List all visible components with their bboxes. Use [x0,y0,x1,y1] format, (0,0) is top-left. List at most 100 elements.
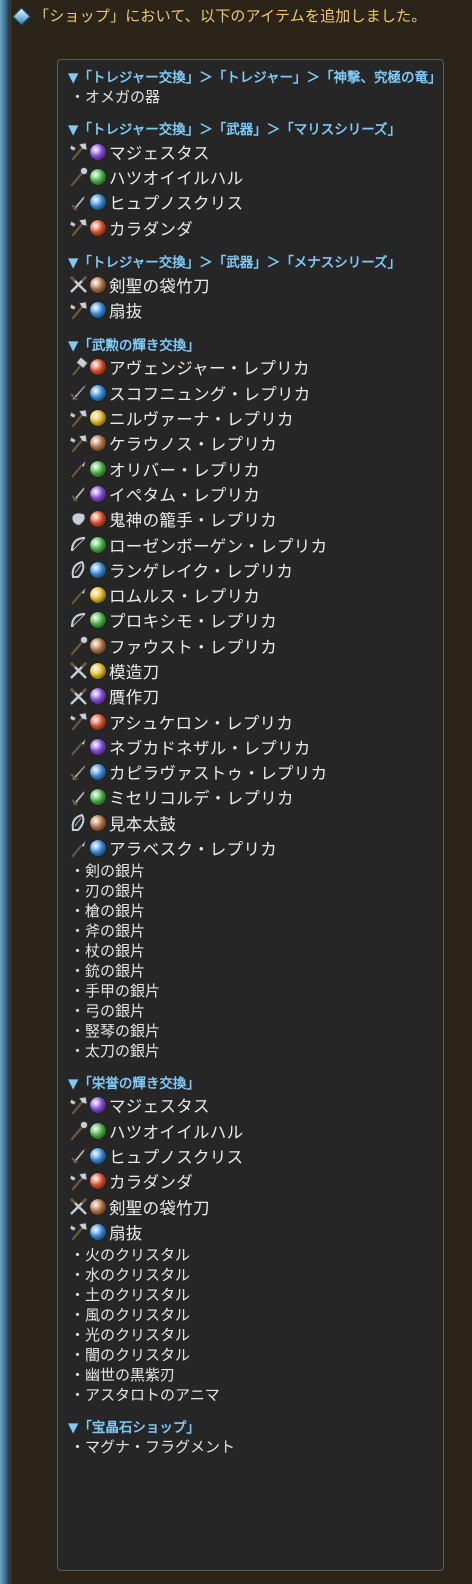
item-bullet: ・杖の銀片 [70,941,146,960]
shop-item-list-panel: ▼「トレジャー交換」＞「トレジャー」＞「神撃、究極の竜」 ・オメガの器 ▼「トレジャ… [57,59,444,1571]
item-name: ネブカドネザル・レプリカ [109,738,311,758]
weapon-item: ミセリコルデ・レプリカ [68,785,435,810]
wind-element-icon [90,612,106,629]
katana-weapon-icon [68,274,89,295]
dark-element-icon [90,738,106,755]
item-name: 扇抜 [109,302,143,322]
item-name: オリバー・レプリカ [109,460,261,480]
item-bullet: ・斧の銀片 [70,921,146,940]
shop-section: ▼「トレジャー交換」＞「武器」＞「マリスシリーズ」マジェスタス ハツオイイルハルヒ… [68,122,435,240]
spear-weapon-icon [68,458,89,479]
axe-weapon-icon [68,408,89,429]
item-name: 模造刀 [109,662,160,682]
water-element-icon [90,764,106,781]
fire-element-icon [90,713,106,730]
light-element-icon [90,662,106,679]
bow-weapon-icon [68,534,89,555]
weapon-item: ハツオイイルハル [68,164,435,189]
wind-element-icon [90,536,106,553]
sword-weapon-icon [68,762,89,783]
item-name: ニルヴァーナ・レプリカ [109,410,294,430]
earth-element-icon [90,814,106,831]
axe-weapon-icon [68,1095,89,1116]
katana-weapon-icon [68,1196,89,1217]
weapon-item: ランゲレイク・レプリカ [68,557,435,582]
dark-element-icon [90,485,106,502]
earth-element-icon [90,1198,106,1215]
item-name: ロムルス・レプリカ [109,587,261,607]
fist-weapon-icon [68,509,89,530]
earth-element-icon [90,637,106,654]
fire-element-icon [90,511,106,528]
axe-weapon-icon [68,1171,89,1192]
item-name: 鬼神の籠手・レプリカ [109,511,277,531]
staff-weapon-icon [68,166,89,187]
water-element-icon [90,1223,106,1240]
weapon-item: アシュケロン・レプリカ [68,709,435,734]
weapon-item: カピラヴァストゥ・レプリカ [68,760,435,785]
item-name: ファウスト・レプリカ [109,637,277,657]
item-name: 剣聖の袋竹刀 [109,276,210,296]
wind-element-icon [90,789,106,806]
weapon-item: ファウスト・レプリカ [68,633,435,658]
weapon-item: 剣聖の袋竹刀 [68,1194,435,1219]
spear-weapon-icon [68,736,89,757]
item-bullet: ・剣の銀片 [70,861,146,880]
axe-weapon-icon [68,433,89,454]
weapon-item: イペタム・レプリカ [68,481,435,506]
section-title: ▼「栄誉の輝き交換」 [68,1075,200,1092]
item-bullet: ・幽世の黒紫刃 [70,1365,176,1384]
item-bullet: ・弓の銀片 [70,1001,146,1020]
item-name: ローゼンボーゲン・レプリカ [109,536,328,556]
item-bullet: ・竪琴の銀片 [70,1021,161,1040]
weapon-item: 贋作刀 [68,684,435,709]
katana-weapon-icon [68,660,89,681]
weapon-item: カラダンダ [68,215,435,240]
item-name: ランゲレイク・レプリカ [109,561,294,581]
weapon-item: ニルヴァーナ・レプリカ [68,405,435,430]
axe-weapon-icon [68,1221,89,1242]
bow-weapon-icon [68,610,89,631]
item-name: イペタム・レプリカ [109,485,261,505]
section-title: ▼「トレジャー交換」＞「トレジャー」＞「神撃、究極の竜」 [68,70,442,86]
weapon-item: 剣聖の袋竹刀 [68,272,435,297]
section-title: ▼「武勲の輝き交換」 [68,337,200,354]
weapon-item: マジェスタス [68,1093,435,1118]
item-bullet: ・槍の銀片 [70,901,146,920]
section-title: ▼「トレジャー交換」＞「武器」＞「マリスシリーズ」 [68,122,402,138]
water-element-icon [90,840,106,857]
item-name: アヴェンジャー・レプリカ [109,359,310,379]
spear-weapon-icon [68,585,89,606]
item-bullet: ・風のクリスタル [70,1305,191,1324]
item-name: ヒュプノスクリス [109,194,244,214]
item-name: アシュケロン・レプリカ [109,713,294,733]
item-name: 扇抜 [109,1223,143,1243]
shop-section: ▼「トレジャー交換」＞「トレジャー」＞「神撃、究極の竜」 ・オメガの器 [68,70,442,107]
item-bullet: ・オメガの器 [70,88,161,106]
weapon-item: スコフニュング・レプリカ [68,380,435,405]
earth-element-icon [90,276,106,293]
item-bullet: ・銃の銀片 [70,961,146,980]
item-bullet: ・土のクリスタル [70,1285,191,1304]
dagger-weapon-icon [68,787,89,808]
item-name: 見本太鼓 [109,814,177,834]
harp-weapon-icon [68,812,89,833]
shop-section: ▼「武勲の輝き交換」アヴェンジャー・レプリカ スコフニュング・レプリカニルヴァーナ… [68,338,435,1061]
shop-section: ▼「栄誉の輝き交換」 マジェスタス ハツオイイルハル ヒュプノスクリス カラダンダ 剣聖の… [68,1076,435,1405]
katana-weapon-icon [68,686,89,707]
weapon-item: ロムルス・レプリカ [68,582,435,607]
fire-element-icon [90,359,106,376]
weapon-item: カラダンダ [68,1169,435,1194]
weapon-item: 鬼神の籠手・レプリカ [68,507,435,532]
spear-weapon-icon [68,838,89,859]
item-name: マジェスタス [109,143,210,163]
weapon-item: 模造刀 [68,658,435,683]
weapon-item: ヒュプノスクリス [68,190,435,215]
axe-weapon-icon [68,300,89,321]
hammer-weapon-icon [68,356,89,378]
water-element-icon [90,302,106,319]
wind-element-icon [90,168,106,185]
item-name: ケラウノス・レプリカ [109,435,277,455]
window-left-frame [0,0,10,1584]
item-bullet: ・闇のクリスタル [70,1345,191,1364]
